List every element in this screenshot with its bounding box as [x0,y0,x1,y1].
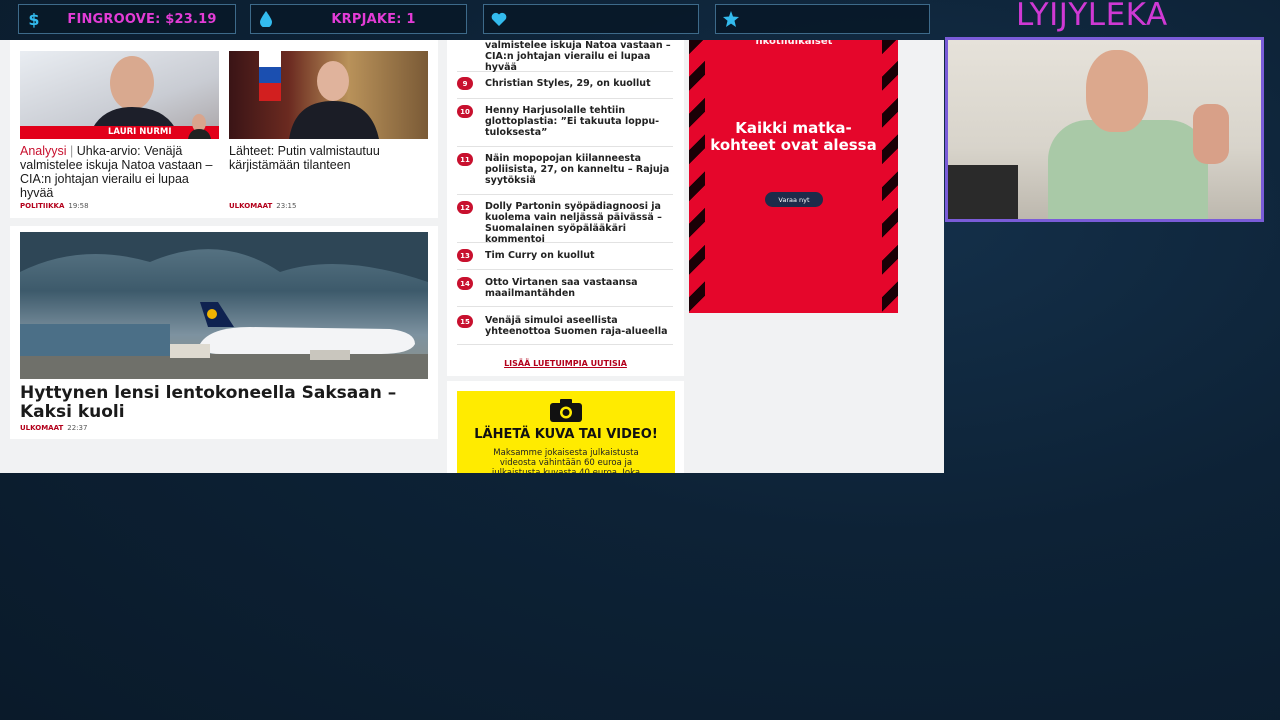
drop-icon [251,5,281,33]
rank-badge: 14 [457,277,473,290]
rank-badge: 9 [457,77,473,90]
most-read-item-text: Otto Virtanen saa vastaansa maailmantähd… [485,277,638,299]
time-label: 22:37 [67,424,88,432]
article-image-airplane[interactable] [20,232,428,379]
most-read-item-text: Näin mopopojan kiilanneesta poliisista, … [485,153,670,186]
category-label[interactable]: ULKOMAAT [20,424,63,432]
news-page: LAURI NURMI Analyysi | Uhka-arvio: Venäj… [0,40,944,473]
most-read-item[interactable]: 12 Dolly Partonin syöpädiagnoosi ja kuol… [457,195,673,245]
most-read-item[interactable]: 13 Tim Curry on kuollut [457,243,673,270]
most-read-item[interactable]: 10 Henny Harjusolalle tehtiin glottoplas… [457,99,673,147]
rank-badge: 12 [457,201,473,214]
camera-icon [549,399,583,427]
ad-stripe-left [689,40,705,313]
most-read-item[interactable]: valmistelee iskuja Natoa vastaan – CIA:n… [457,40,673,73]
article-headline-1[interactable]: Analyysi | Uhka-arvio: Venäjä valmistele… [20,144,219,200]
photo-caption: LAURI NURMI [108,127,172,137]
ad-stripe-right [882,40,898,313]
most-read-item-text: Dolly Partonin syöpädiagnoosi ja kuolema… [485,201,662,245]
most-read-item-text: Tim Curry on kuollut [485,250,595,261]
heart-icon [484,5,514,33]
category-label[interactable]: POLITIIKKA [20,202,64,210]
most-read-item[interactable]: 15 Venäjä simuloi aseellista yhteenottoa… [457,307,673,345]
article-headline-3[interactable]: Hyttynen lensi lentokoneella Saksaan – K… [20,384,428,422]
rank-badge: 15 [457,315,473,328]
article-meta-3: ULKOMAAT 22:37 [20,424,87,432]
most-read-list: valmistelee iskuja Natoa vastaan – CIA:n… [447,40,684,376]
send-photo-title: LÄHETÄ KUVA TAI VIDEO! [474,427,658,442]
star-icon [716,5,746,33]
most-read-item[interactable]: 14 Otto Virtanen saa vastaansa maailmant… [457,270,673,307]
more-most-read-link[interactable]: LISÄÄ LUETUIMPIA UUTISIA [447,359,684,368]
time-label: 23:15 [276,202,297,210]
dollar-icon: $ [28,9,40,29]
article-meta-2: ULKOMAAT 23:15 [229,202,296,210]
stat-box-donation: $ FINGROOVE: $23.19 [18,4,236,34]
most-read-item-text: valmistelee iskuja Natoa vastaan – CIA:n… [485,40,671,73]
most-read-item-text: Henny Harjusolalle tehtiin glottoplastia… [485,105,660,138]
rank-badge: 10 [457,105,473,118]
stat-box-sub [715,4,930,34]
advertisement-banner[interactable]: hkotilulkaiset Kaikki matka-kohteet ovat… [689,40,898,313]
streamer-name: LYIJYLEKA [1016,0,1168,33]
send-photo-card: LÄHETÄ KUVA TAI VIDEO! Maksamme jokaises… [447,381,684,473]
time-label: 19:58 [68,202,89,210]
article-meta-1: POLITIIKKA 19:58 [20,202,89,210]
send-photo-banner[interactable]: LÄHETÄ KUVA TAI VIDEO! Maksamme jokaises… [457,391,675,473]
most-read-item[interactable]: 11 Näin mopopojan kiilanneesta poliisist… [457,147,673,195]
webcam-feed [945,37,1264,222]
most-read-item[interactable]: 9 Christian Styles, 29, on kuollut [457,72,673,99]
article-image-putin-1[interactable]: LAURI NURMI [20,51,219,139]
most-read-item-text: Christian Styles, 29, on kuollut [485,78,651,89]
ad-book-button[interactable]: Varaa nyt [765,192,823,207]
most-read-item-text: Venäjä simuloi aseellista yhteenottoa Su… [485,315,668,337]
stat-box-bits: KRPJAKE: 1 [250,4,467,34]
donation-text: FINGROOVE: $23.19 [67,11,217,27]
category-label[interactable]: ULKOMAAT [229,202,272,210]
rank-badge: 13 [457,249,473,262]
rank-badge: 11 [457,153,473,166]
bits-text: KRPJAKE: 1 [331,11,416,27]
article-headline-2[interactable]: Lähteet: Putin valmistautuu kärjistämään… [229,144,428,172]
ad-top-text: hkotilulkaiset [755,40,833,47]
ad-headline: Kaikki matka-kohteet ovat alessa [710,119,877,154]
analysis-prefix: Analyysi [20,144,67,158]
article-image-putin-2[interactable] [229,51,428,139]
stat-box-follower [483,4,699,34]
send-photo-text: Maksamme jokaisesta julkaistusta videost… [491,448,641,473]
